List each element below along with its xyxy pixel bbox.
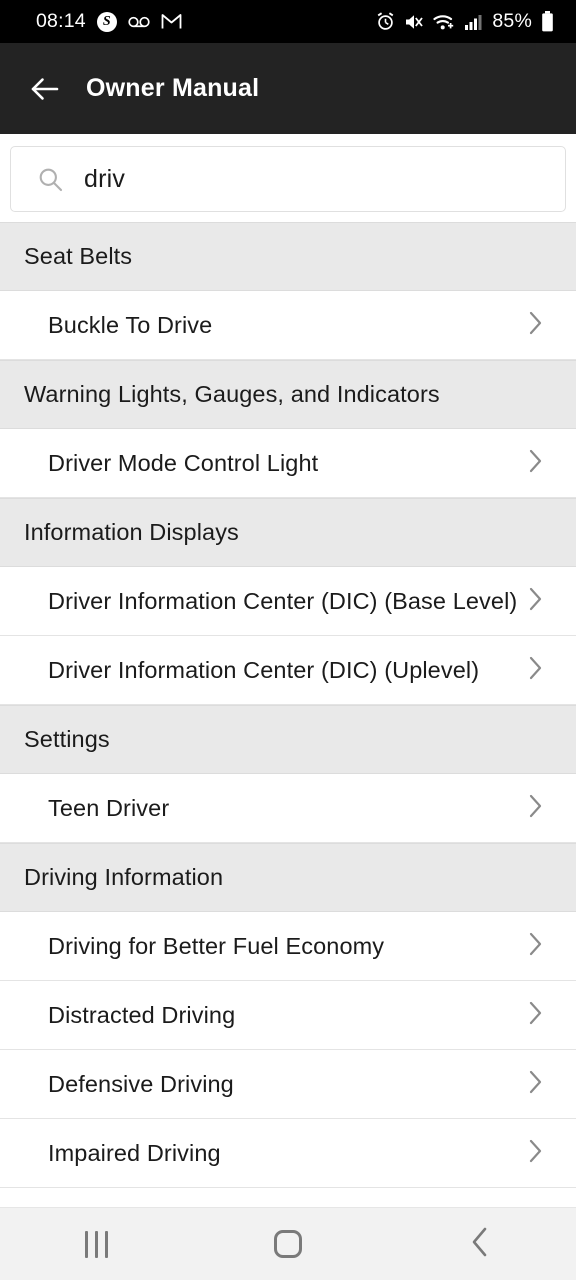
chevron-right-icon: [529, 1070, 542, 1093]
skype-icon: S: [96, 11, 117, 32]
chevron-right-icon: [528, 310, 552, 341]
chevron-right-icon: [529, 1139, 542, 1162]
list-item-label: Buckle To Drive: [48, 311, 213, 338]
search-value: driv: [84, 164, 126, 193]
search-input[interactable]: driv: [10, 146, 566, 212]
section-header: Settings: [0, 705, 576, 774]
list-item-label: Driver Mode Control Light: [48, 449, 319, 476]
page-title: Owner Manual: [86, 74, 260, 102]
alarm-icon: [376, 12, 395, 31]
list-item-label: Teen Driver: [48, 794, 170, 821]
chevron-right-icon: [528, 448, 552, 479]
back-button[interactable]: [384, 1226, 576, 1263]
section-header: Warning Lights, Gauges, and Indicators: [0, 360, 576, 429]
section-header: Information Displays: [0, 498, 576, 567]
volume-mute-icon: [404, 13, 424, 31]
home-button[interactable]: [192, 1230, 384, 1258]
list-item[interactable]: Defensive Driving: [0, 1050, 576, 1119]
chevron-right-icon: [529, 656, 542, 679]
chevron-right-icon: [528, 655, 552, 686]
gmail-icon: [161, 13, 182, 30]
chevron-right-icon: [528, 1069, 552, 1100]
battery-icon: [541, 11, 554, 32]
battery-percent: 85%: [492, 10, 532, 32]
list-item-label: Driver Information Center (DIC) (Base Le…: [48, 587, 518, 614]
search-container: driv: [0, 134, 576, 222]
section-header: Driving Information: [0, 843, 576, 912]
status-bar-left: 08:14 S: [36, 10, 182, 33]
chevron-right-icon: [528, 1000, 552, 1031]
recents-icon: [84, 1230, 108, 1258]
status-time: 08:14: [36, 10, 86, 32]
status-bar: 08:14 S 85%: [0, 0, 576, 43]
cellular-signal-icon: [464, 13, 483, 31]
chevron-right-icon: [529, 794, 542, 817]
list-item-label: Driver Information Center (DIC) (Uplevel…: [48, 656, 480, 683]
search-results-list[interactable]: Seat Belts Buckle To Drive Warning Lights,…: [0, 222, 576, 1210]
chevron-right-icon: [528, 586, 552, 617]
back-icon: [470, 1226, 490, 1263]
chevron-right-icon: [528, 931, 552, 962]
list-item[interactable]: Teen Driver: [0, 774, 576, 843]
chevron-right-icon: [528, 1138, 552, 1169]
status-bar-right: 85%: [376, 10, 554, 33]
chevron-right-icon: [529, 587, 542, 610]
list-item[interactable]: Impaired Driving: [0, 1119, 576, 1188]
chevron-right-icon: [529, 449, 542, 472]
list-item-label: Impaired Driving: [48, 1139, 221, 1166]
app-bar: Owner Manual: [0, 43, 576, 134]
voicemail-icon: [128, 15, 150, 29]
list-item-label: Distracted Driving: [48, 1001, 236, 1028]
recents-button[interactable]: [0, 1230, 192, 1258]
wifi-icon: [433, 13, 455, 31]
chevron-right-icon: [528, 793, 552, 824]
section-header: Seat Belts: [0, 222, 576, 291]
chevron-right-icon: [529, 932, 542, 955]
list-item[interactable]: Driver Mode Control Light: [0, 429, 576, 498]
list-item[interactable]: Distracted Driving: [0, 981, 576, 1050]
system-nav-bar: [0, 1207, 576, 1280]
back-arrow-icon[interactable]: [30, 74, 60, 104]
list-item[interactable]: Driving for Better Fuel Economy: [0, 912, 576, 981]
home-icon: [274, 1230, 302, 1258]
list-item[interactable]: Driver Information Center (DIC) (Base Le…: [0, 567, 576, 636]
chevron-right-icon: [529, 1001, 542, 1024]
list-item[interactable]: Buckle To Drive: [0, 291, 576, 360]
list-item-label: Driving for Better Fuel Economy: [48, 932, 385, 959]
list-item-label: Defensive Driving: [48, 1070, 234, 1097]
chevron-right-icon: [529, 311, 542, 334]
search-icon: [37, 166, 64, 193]
phone-screen: 08:14 S 85% Owner Manual driv Seat Belts…: [0, 0, 576, 1280]
list-item[interactable]: Driver Information Center (DIC) (Uplevel…: [0, 636, 576, 705]
